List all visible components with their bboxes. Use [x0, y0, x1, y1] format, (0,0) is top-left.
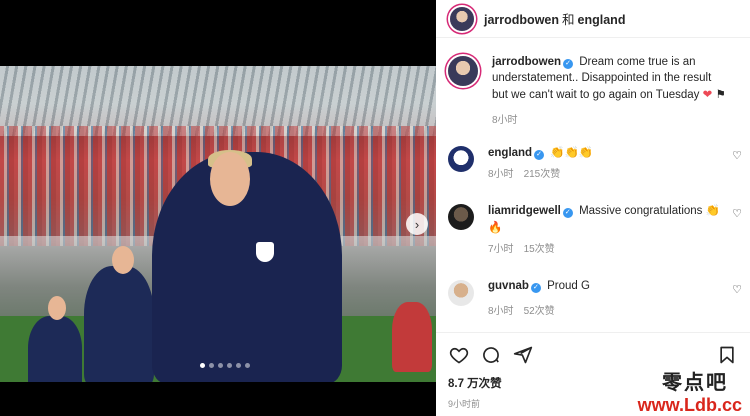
player-background-middle: [84, 266, 154, 382]
watermark-chinese: 零点吧: [662, 370, 728, 394]
send-icon[interactable]: [512, 344, 534, 366]
comment-time[interactable]: 7小时: [488, 244, 514, 255]
heart-icon[interactable]: [448, 344, 470, 366]
carousel-dot: [245, 363, 250, 368]
comment-text: Massive congratulations: [579, 205, 703, 217]
caption: jarrodbowen ✓ Dream come true is an under…: [448, 54, 748, 129]
carousel-dot: [227, 363, 232, 368]
comment-likes[interactable]: 15次赞: [524, 244, 555, 255]
author-separator: 和: [562, 13, 575, 27]
avatar[interactable]: [448, 56, 478, 86]
comment-icon[interactable]: [480, 344, 502, 366]
avatar[interactable]: [448, 280, 474, 306]
avatar[interactable]: [448, 146, 474, 172]
comment-username[interactable]: liamridgewell: [488, 205, 561, 217]
verified-icon: ✓: [563, 59, 574, 69]
verified-icon: ✓: [530, 283, 541, 293]
post-media-area: ›: [0, 0, 436, 416]
opponent-player: [392, 302, 432, 372]
comment-likes[interactable]: 52次赞: [524, 306, 555, 317]
crest-icon: [256, 242, 274, 262]
comment-likes[interactable]: 215次赞: [524, 169, 561, 180]
heart-emoji: ❤: [702, 87, 713, 101]
fire-emoji: 🔥: [488, 220, 503, 234]
verified-icon: ✓: [534, 150, 545, 160]
comment: england ✓ 👏👏👏 8小时 215次赞 ♡: [448, 144, 748, 183]
comment-text: Proud G: [547, 280, 590, 292]
clap-emoji: 👏👏👏: [550, 145, 594, 159]
comment-time[interactable]: 8小时: [488, 169, 514, 180]
heart-icon[interactable]: ♡: [732, 283, 742, 296]
comment-time[interactable]: 8小时: [492, 115, 518, 126]
post-author: jarrodbowen 和 england: [484, 9, 625, 28]
watermark-url: www.Ldb.cc: [637, 395, 742, 415]
comment: guvnab ✓ Proud G 8小时 52次赞 ♡: [448, 278, 748, 320]
bookmark-icon[interactable]: [716, 344, 738, 366]
comment-username[interactable]: guvnab: [488, 280, 529, 292]
carousel-dot: [236, 363, 241, 368]
post-header: jarrodbowen 和 england: [436, 0, 750, 38]
watermark: 零点吧 www.Ldb.cc: [614, 366, 742, 416]
comment-username[interactable]: england: [488, 147, 532, 159]
chevron-right-icon[interactable]: ›: [406, 213, 428, 235]
heart-icon[interactable]: ♡: [732, 149, 742, 162]
verified-icon: ✓: [562, 208, 573, 218]
comment: liamridgewell ✓ Massive congratulations 👏…: [448, 202, 748, 258]
player-head: [112, 246, 134, 274]
clap-emoji: 👏: [705, 203, 720, 217]
player-head-main: [210, 152, 250, 206]
carousel-dots: [200, 363, 250, 368]
comment-time[interactable]: 8小时: [488, 306, 514, 317]
comment-username[interactable]: jarrodbowen: [492, 56, 561, 68]
player-background-left: [28, 316, 82, 382]
post-side-panel: jarrodbowen 和 england jarrodbowen ✓ Dream c…: [436, 0, 750, 416]
post-photo[interactable]: [0, 66, 436, 382]
flag-emoji: ⚑: [715, 87, 726, 101]
carousel-dot: [209, 363, 214, 368]
player-head: [48, 296, 66, 320]
carousel-dot: [218, 363, 223, 368]
carousel-dot: [200, 363, 205, 368]
collaborator-username[interactable]: england: [578, 13, 626, 27]
heart-icon[interactable]: ♡: [732, 207, 742, 220]
avatar[interactable]: [448, 204, 474, 230]
avatar[interactable]: [450, 6, 474, 31]
author-username[interactable]: jarrodbowen: [484, 13, 559, 27]
